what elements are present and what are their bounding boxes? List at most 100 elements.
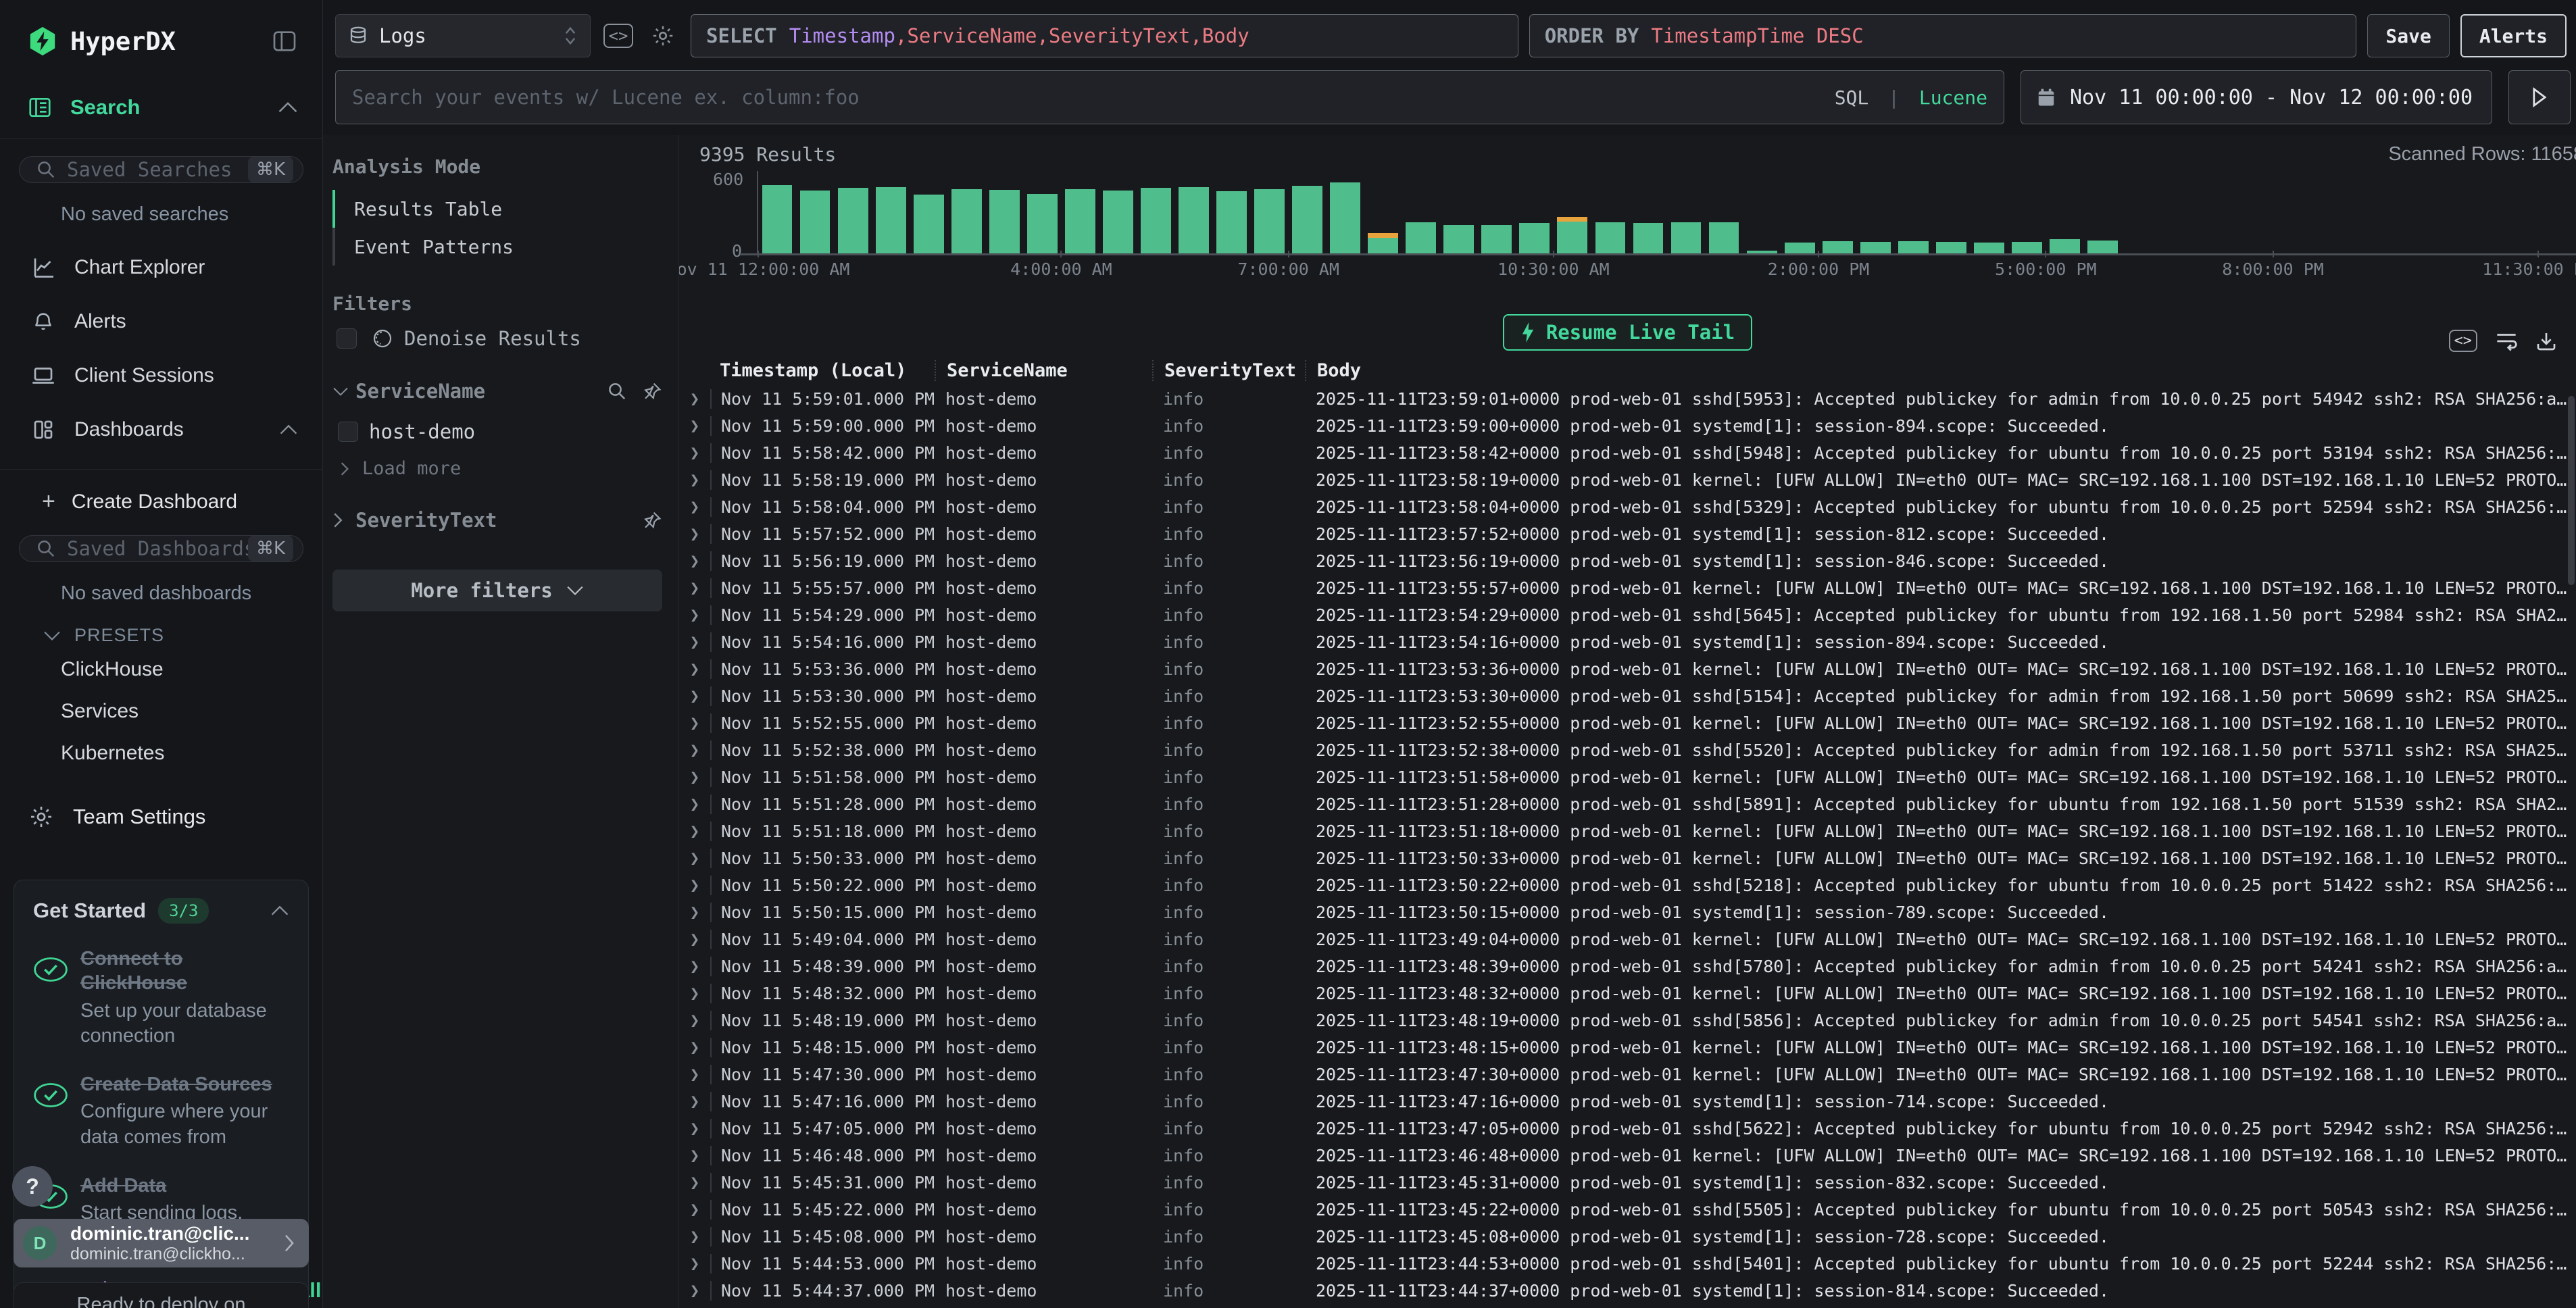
table-row[interactable]: ❯Nov 11 5:46:48.000 PMhost-demoinfo2025-… xyxy=(679,1142,2576,1169)
row-expand-icon[interactable]: ❯ xyxy=(679,957,710,976)
pin-icon[interactable] xyxy=(642,381,662,401)
row-expand-icon[interactable]: ❯ xyxy=(679,497,710,516)
histogram-bar[interactable] xyxy=(2087,241,2118,253)
get-started-step[interactable]: Create Data SourcesConfigure where your … xyxy=(33,1072,289,1151)
table-row[interactable]: ❯Nov 11 5:53:30.000 PMhost-demoinfo2025-… xyxy=(679,682,2576,709)
histogram-bar[interactable] xyxy=(951,189,982,253)
lucene-toggle[interactable]: Lucene xyxy=(1919,86,1987,109)
code-icon[interactable]: <> xyxy=(2449,330,2478,352)
table-row[interactable]: ❯Nov 11 5:52:55.000 PMhost-demoinfo2025-… xyxy=(679,709,2576,736)
create-dashboard-button[interactable]: + Create Dashboard xyxy=(0,470,322,518)
row-expand-icon[interactable]: ❯ xyxy=(679,605,710,624)
histogram-bar[interactable] xyxy=(1443,225,1474,253)
row-expand-icon[interactable]: ❯ xyxy=(679,1119,710,1138)
col-servicename[interactable]: ServiceName xyxy=(935,360,1152,381)
histogram-bar[interactable] xyxy=(2050,239,2080,253)
row-expand-icon[interactable]: ❯ xyxy=(679,1281,710,1300)
histogram-bar[interactable] xyxy=(838,188,868,253)
row-expand-icon[interactable]: ❯ xyxy=(679,740,710,759)
histogram-bar[interactable] xyxy=(1292,186,1322,253)
row-expand-icon[interactable]: ❯ xyxy=(679,659,710,678)
row-expand-icon[interactable]: ❯ xyxy=(679,1038,710,1057)
table-row[interactable]: ❯Nov 11 5:51:28.000 PMhost-demoinfo2025-… xyxy=(679,790,2576,818)
pin-icon[interactable] xyxy=(642,510,662,530)
row-expand-icon[interactable]: ❯ xyxy=(679,876,710,895)
load-more-button[interactable]: Load more xyxy=(339,458,662,479)
row-expand-icon[interactable]: ❯ xyxy=(679,903,710,922)
histogram-bar[interactable] xyxy=(1785,243,1815,253)
row-expand-icon[interactable]: ❯ xyxy=(679,822,710,840)
row-expand-icon[interactable]: ❯ xyxy=(679,686,710,705)
sidebar-item-client-sessions[interactable]: Client Sessions xyxy=(0,349,322,403)
table-row[interactable]: ❯Nov 11 5:51:58.000 PMhost-demoinfo2025-… xyxy=(679,763,2576,790)
wrap-lines-icon[interactable] xyxy=(2495,331,2518,351)
histogram-bar[interactable] xyxy=(1406,222,1436,253)
help-button[interactable]: ? xyxy=(12,1166,53,1207)
histogram-bar[interactable] xyxy=(1027,194,1058,253)
col-timestamp[interactable]: Timestamp (Local) xyxy=(710,360,935,381)
table-row[interactable]: ❯Nov 11 5:54:29.000 PMhost-demoinfo2025-… xyxy=(679,601,2576,628)
facet-search-icon[interactable] xyxy=(607,381,627,401)
denoise-results-option[interactable]: Denoise Results xyxy=(337,327,662,350)
table-row[interactable]: ❯Nov 11 5:47:30.000 PMhost-demoinfo2025-… xyxy=(679,1061,2576,1088)
table-row[interactable]: ❯Nov 11 5:47:16.000 PMhost-demoinfo2025-… xyxy=(679,1088,2576,1115)
table-row[interactable]: ❯Nov 11 5:50:15.000 PMhost-demoinfo2025-… xyxy=(679,899,2576,926)
sql-toggle[interactable]: SQL xyxy=(1835,86,1869,109)
user-profile-chip[interactable]: D dominic.tran@clic... dominic.tran@clic… xyxy=(14,1219,309,1267)
histogram-bar[interactable] xyxy=(762,185,793,253)
date-range-picker[interactable]: Nov 11 00:00:00 - Nov 12 00:00:00 xyxy=(2021,70,2492,124)
table-row[interactable]: ❯Nov 11 5:48:15.000 PMhost-demoinfo2025-… xyxy=(679,1034,2576,1061)
sidebar-item-team-settings[interactable]: Team Settings xyxy=(0,774,322,836)
table-row[interactable]: ❯Nov 11 5:59:01.000 PMhost-demoinfo2025-… xyxy=(679,385,2576,412)
col-severitytext[interactable]: SeverityText xyxy=(1152,360,1305,381)
histogram-bar[interactable] xyxy=(1103,191,1133,253)
table-row[interactable]: ❯Nov 11 5:56:19.000 PMhost-demoinfo2025-… xyxy=(679,547,2576,574)
table-row[interactable]: ❯Nov 11 5:50:33.000 PMhost-demoinfo2025-… xyxy=(679,845,2576,872)
row-expand-icon[interactable]: ❯ xyxy=(679,389,710,408)
histogram-bar[interactable] xyxy=(1254,189,1285,253)
facet-severitytext[interactable]: SeverityText xyxy=(332,509,662,532)
source-select[interactable]: Logs xyxy=(335,14,591,57)
row-expand-icon[interactable]: ❯ xyxy=(679,1200,710,1219)
row-expand-icon[interactable]: ❯ xyxy=(679,578,710,597)
histogram-bar[interactable] xyxy=(1481,225,1512,253)
table-row[interactable]: ❯Nov 11 5:53:36.000 PMhost-demoinfo2025-… xyxy=(679,655,2576,682)
histogram-bar[interactable] xyxy=(989,190,1020,253)
mode-results-table[interactable]: Results Table xyxy=(332,190,662,228)
histogram-bar[interactable] xyxy=(1823,241,1853,253)
histogram-bar[interactable] xyxy=(1671,222,1702,253)
table-row[interactable]: ❯Nov 11 5:58:04.000 PMhost-demoinfo2025-… xyxy=(679,493,2576,520)
table-row[interactable]: ❯Nov 11 5:54:16.000 PMhost-demoinfo2025-… xyxy=(679,628,2576,655)
query-settings-button[interactable] xyxy=(646,19,680,53)
save-button[interactable]: Save xyxy=(2367,14,2449,57)
histogram-bar[interactable] xyxy=(1368,238,1398,253)
histogram-bar[interactable] xyxy=(914,195,944,253)
histogram-bar[interactable] xyxy=(1141,188,1171,253)
histogram-bar[interactable] xyxy=(1898,241,1929,253)
row-expand-icon[interactable]: ❯ xyxy=(679,1065,710,1084)
table-row[interactable]: ❯Nov 11 5:51:18.000 PMhost-demoinfo2025-… xyxy=(679,818,2576,845)
row-expand-icon[interactable]: ❯ xyxy=(679,984,710,1003)
row-expand-icon[interactable]: ❯ xyxy=(679,1146,710,1165)
row-expand-icon[interactable]: ❯ xyxy=(679,416,710,435)
download-icon[interactable] xyxy=(2535,330,2557,352)
row-expand-icon[interactable]: ❯ xyxy=(679,632,710,651)
table-row[interactable]: ❯Nov 11 5:45:08.000 PMhost-demoinfo2025-… xyxy=(679,1223,2576,1250)
code-view-button[interactable]: <> xyxy=(601,19,635,53)
table-row[interactable]: ❯Nov 11 5:47:05.000 PMhost-demoinfo2025-… xyxy=(679,1115,2576,1142)
row-expand-icon[interactable]: ❯ xyxy=(679,1173,710,1192)
sidebar-item-chart-explorer[interactable]: Chart Explorer xyxy=(0,241,322,295)
sidebar-item-search[interactable]: Search xyxy=(0,77,322,139)
row-expand-icon[interactable]: ❯ xyxy=(679,1227,710,1246)
table-row[interactable]: ❯Nov 11 5:55:57.000 PMhost-demoinfo2025-… xyxy=(679,574,2576,601)
histogram-bar[interactable] xyxy=(1633,223,1664,253)
row-expand-icon[interactable]: ❯ xyxy=(679,1254,710,1273)
denoise-checkbox[interactable] xyxy=(337,328,357,349)
table-row[interactable]: ❯Nov 11 5:59:00.000 PMhost-demoinfo2025-… xyxy=(679,412,2576,439)
table-row[interactable]: ❯Nov 11 5:57:52.000 PMhost-demoinfo2025-… xyxy=(679,520,2576,547)
sidebar-collapse-icon[interactable] xyxy=(271,28,298,55)
chevron-up-icon[interactable] xyxy=(279,424,298,435)
sidebar-item-alerts[interactable]: Alerts xyxy=(0,295,322,349)
facet-value-host-demo[interactable]: host-demo xyxy=(338,420,662,443)
table-row[interactable]: ❯Nov 11 5:52:38.000 PMhost-demoinfo2025-… xyxy=(679,736,2576,763)
